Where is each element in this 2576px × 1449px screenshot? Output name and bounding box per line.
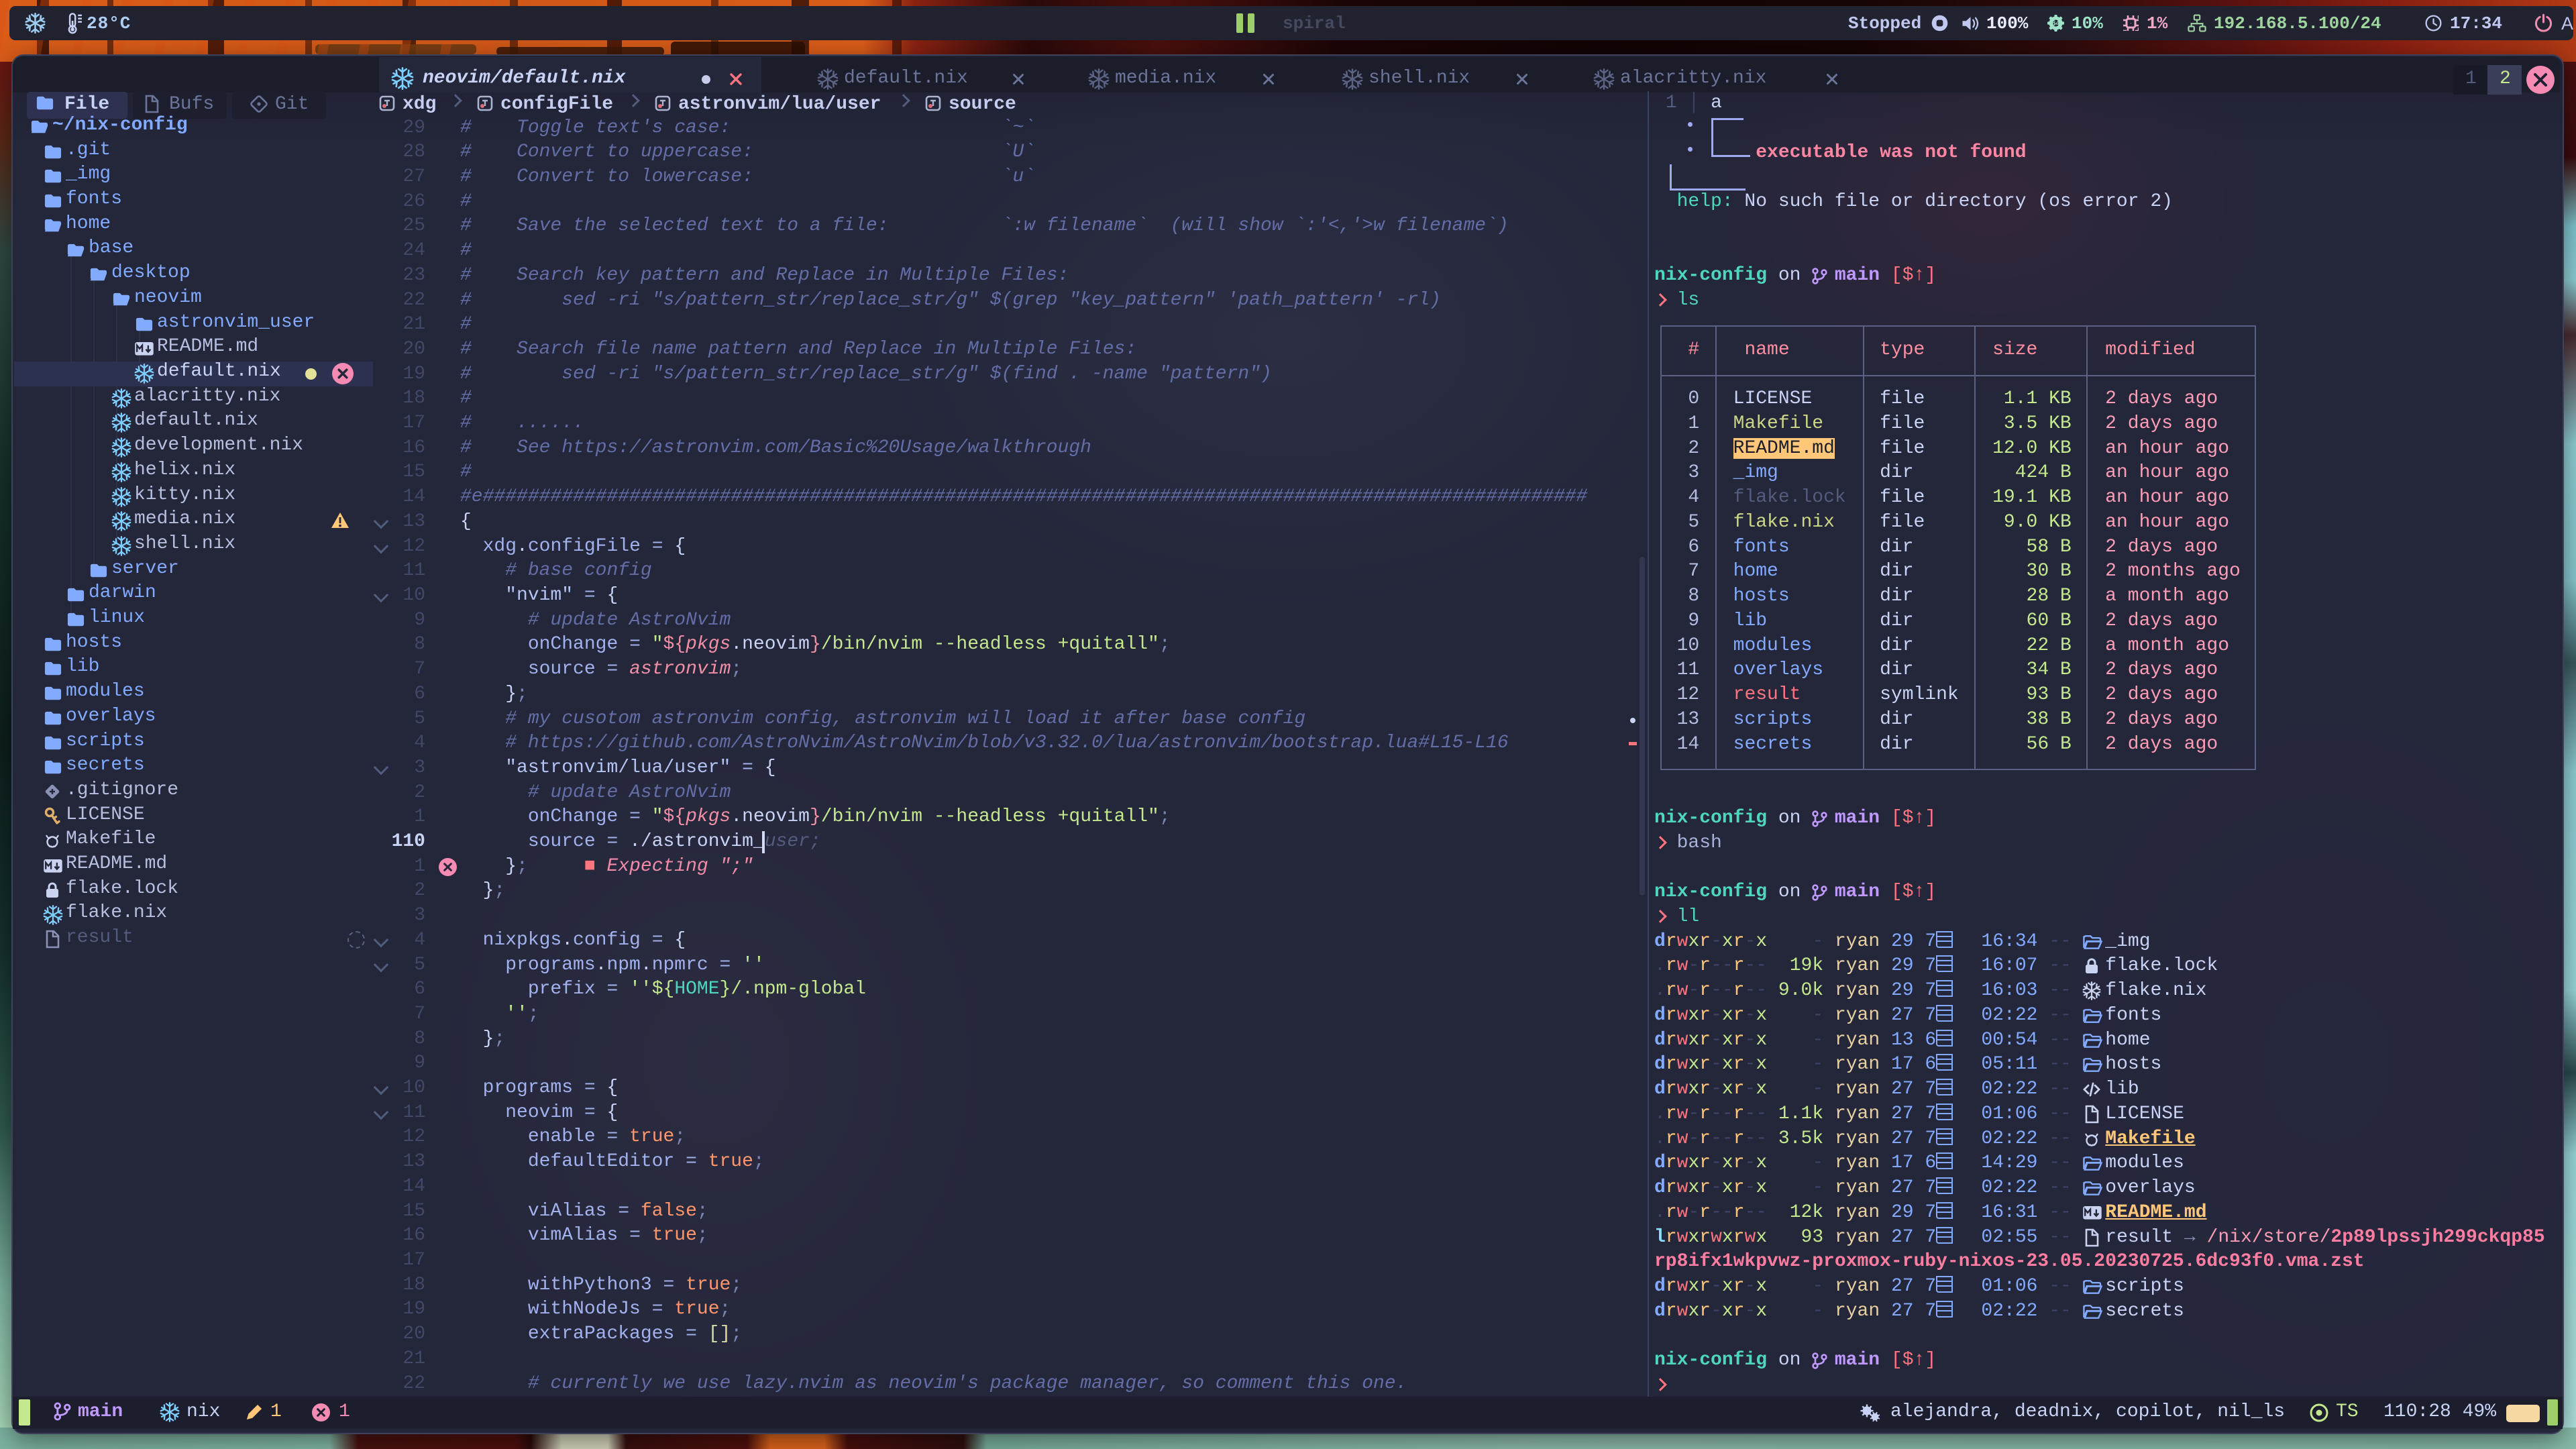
svg-text:64: 64 bbox=[2051, 19, 2060, 28]
